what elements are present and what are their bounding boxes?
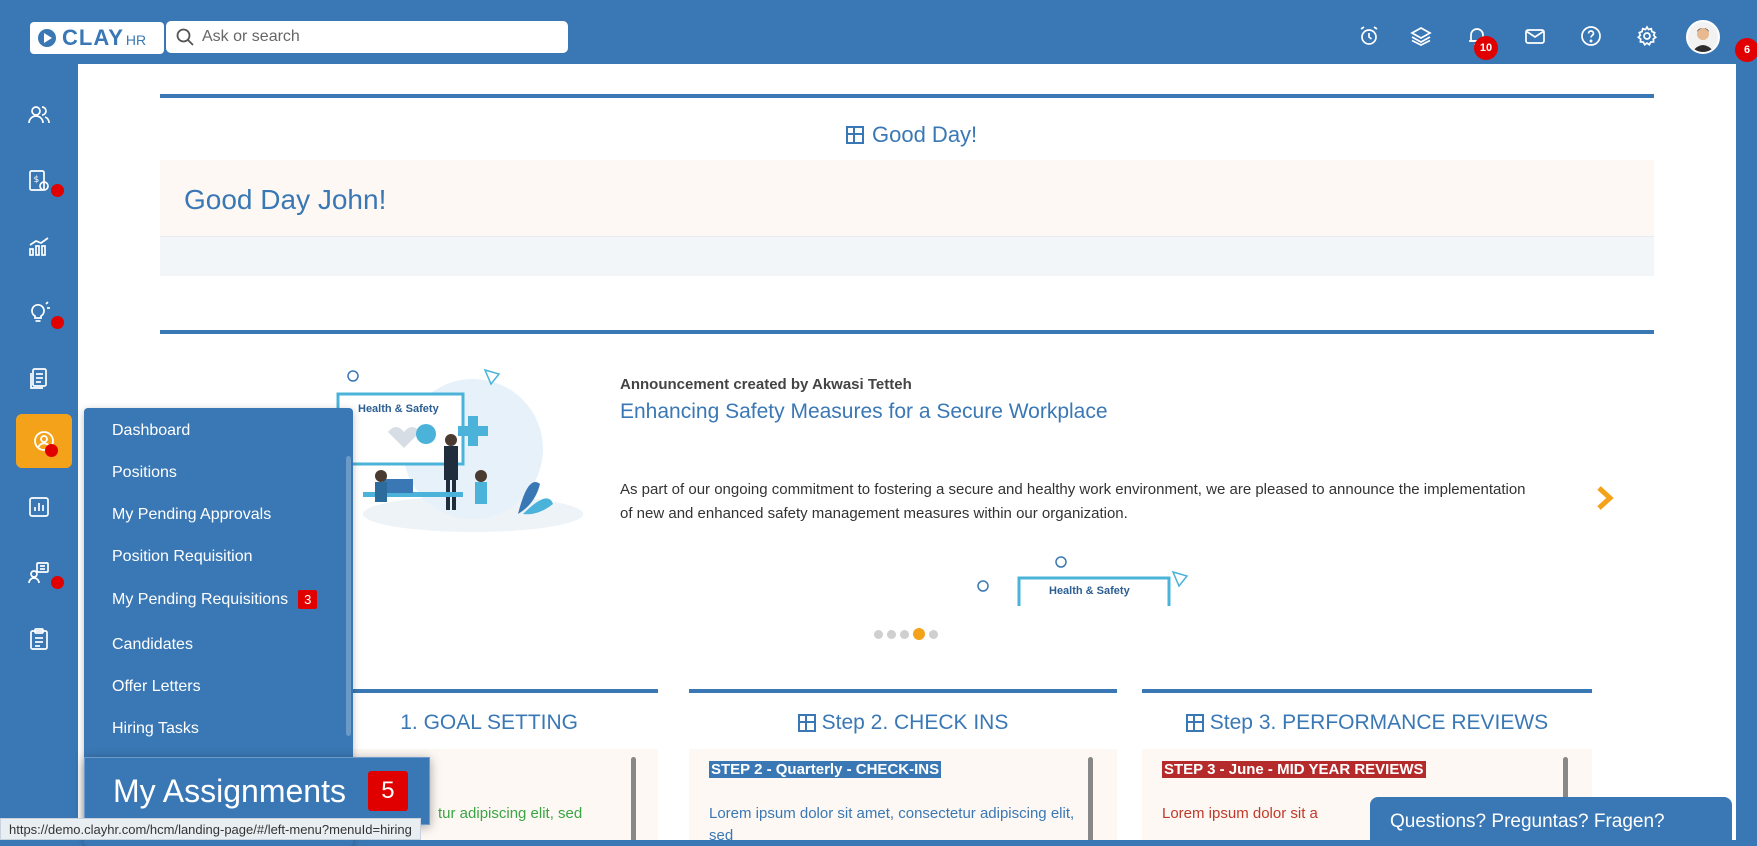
menu-item-candidates[interactable]: Candidates	[112, 636, 193, 654]
grid-icon	[797, 714, 816, 732]
greeting-section-title: Good Day!	[846, 122, 977, 148]
section-divider	[160, 94, 1654, 98]
left-sidebar: $	[0, 72, 78, 846]
carousel-dot[interactable]	[887, 629, 896, 639]
growth-chart-icon[interactable]	[18, 226, 60, 268]
logo-text: CLAY	[62, 25, 124, 50]
help-icon[interactable]	[1577, 22, 1605, 50]
my-assignments-label: My Assignments	[113, 772, 346, 809]
menu-item-offer-letters[interactable]: Offer Letters	[112, 678, 201, 696]
user-avatar[interactable]	[1686, 20, 1720, 54]
announcement-author: Announcement created by Akwasi Tetteh	[620, 376, 912, 393]
carousel-dot[interactable]	[874, 629, 883, 639]
status-bar-url: https://demo.clayhr.com/hcm/landing-page…	[0, 818, 421, 840]
reports-icon[interactable]	[18, 486, 60, 528]
carousel-next-button[interactable]	[1594, 484, 1616, 517]
hiring-icon[interactable]	[16, 414, 72, 468]
requisitions-count-badge: 3	[298, 590, 318, 609]
assignments-count-badge: 5	[367, 771, 408, 811]
health-safety-illustration: Health & Safety	[336, 368, 583, 532]
idea-alert-dot	[51, 316, 64, 329]
menu-item-hiring-tasks[interactable]: Hiring Tasks	[112, 720, 199, 738]
announcement-body: As part of our ongoing commitment to fos…	[620, 481, 1526, 522]
grid-icon	[1185, 714, 1204, 732]
gear-icon[interactable]	[1633, 22, 1661, 50]
grid-icon	[846, 126, 864, 144]
search-icon	[176, 28, 194, 46]
section-divider	[160, 330, 1654, 334]
greeting-message: Good Day John!	[184, 184, 387, 215]
search-input[interactable]	[202, 28, 542, 46]
svg-text:$: $	[34, 175, 40, 185]
logo-subtext: HR	[125, 32, 147, 48]
help-chat-button[interactable]: Questions? Preguntas? Fragen?	[1370, 797, 1732, 846]
hiring-alert-dot	[45, 444, 58, 457]
menu-item-dashboard[interactable]: Dashboard	[112, 422, 190, 440]
greeting-strip	[160, 236, 1654, 276]
step-card: STEP 2 - Quarterly - CHECK-INS Lorem ips…	[689, 749, 1117, 840]
payroll-alert-dot	[51, 184, 64, 197]
carousel-dot[interactable]	[913, 628, 925, 640]
top-bar: CLAY HR 10 6	[0, 0, 1757, 72]
mail-icon[interactable]	[1521, 22, 1549, 50]
carousel-pagination	[874, 628, 938, 640]
step-text: Lorem ipsum dolor sit amet, consectetur …	[709, 805, 1075, 840]
announcement-title[interactable]: Enhancing Safety Measures for a Secure W…	[620, 400, 1108, 424]
avatar-badge: 6	[1735, 38, 1757, 62]
clayhr-logo[interactable]: CLAY HR	[30, 22, 164, 54]
step-title: Step 3. PERFORMANCE REVIEWS	[1142, 711, 1592, 735]
announcement-thumbnail: Health & Safety	[977, 556, 1189, 606]
thumbnail-label: Health & Safety	[1049, 585, 1131, 597]
carousel-dot[interactable]	[900, 629, 909, 639]
step-scrollbar[interactable]	[1088, 757, 1093, 840]
menu-item-my-pending-requisitions[interactable]: My Pending Requisitions 3	[112, 590, 318, 609]
step-check-ins: Step 2. CHECK INS STEP 2 - Quarterly - C…	[689, 689, 1117, 840]
step-heading: STEP 3 - June - MID YEAR REVIEWS	[1162, 761, 1426, 778]
menu-item-my-assignments[interactable]: My Assignments 5	[84, 757, 430, 825]
step-title: Step 2. CHECK INS	[689, 711, 1117, 735]
menu-item-my-pending-approvals[interactable]: My Pending Approvals	[112, 506, 271, 524]
greeting-card: Good Day John!	[160, 160, 1654, 236]
training-alert-dot	[51, 576, 64, 589]
menu-scrollbar[interactable]	[346, 456, 351, 736]
search-bar[interactable]	[166, 21, 568, 53]
documents-icon[interactable]	[18, 358, 60, 400]
logo-icon	[38, 29, 56, 47]
illustration-label: Health & Safety	[358, 403, 440, 415]
step-heading: STEP 2 - Quarterly - CHECK-INS	[709, 761, 942, 778]
carousel-dot[interactable]	[929, 629, 938, 639]
step-scrollbar[interactable]	[631, 757, 636, 840]
chevron-right-icon	[1597, 486, 1614, 510]
checklist-icon[interactable]	[18, 618, 60, 660]
menu-item-position-requisition[interactable]: Position Requisition	[112, 548, 253, 566]
people-icon[interactable]	[18, 94, 60, 136]
notification-badge: 10	[1474, 36, 1498, 60]
menu-item-positions[interactable]: Positions	[112, 464, 177, 482]
alarm-clock-icon[interactable]	[1355, 22, 1383, 50]
layers-icon[interactable]	[1407, 22, 1435, 50]
